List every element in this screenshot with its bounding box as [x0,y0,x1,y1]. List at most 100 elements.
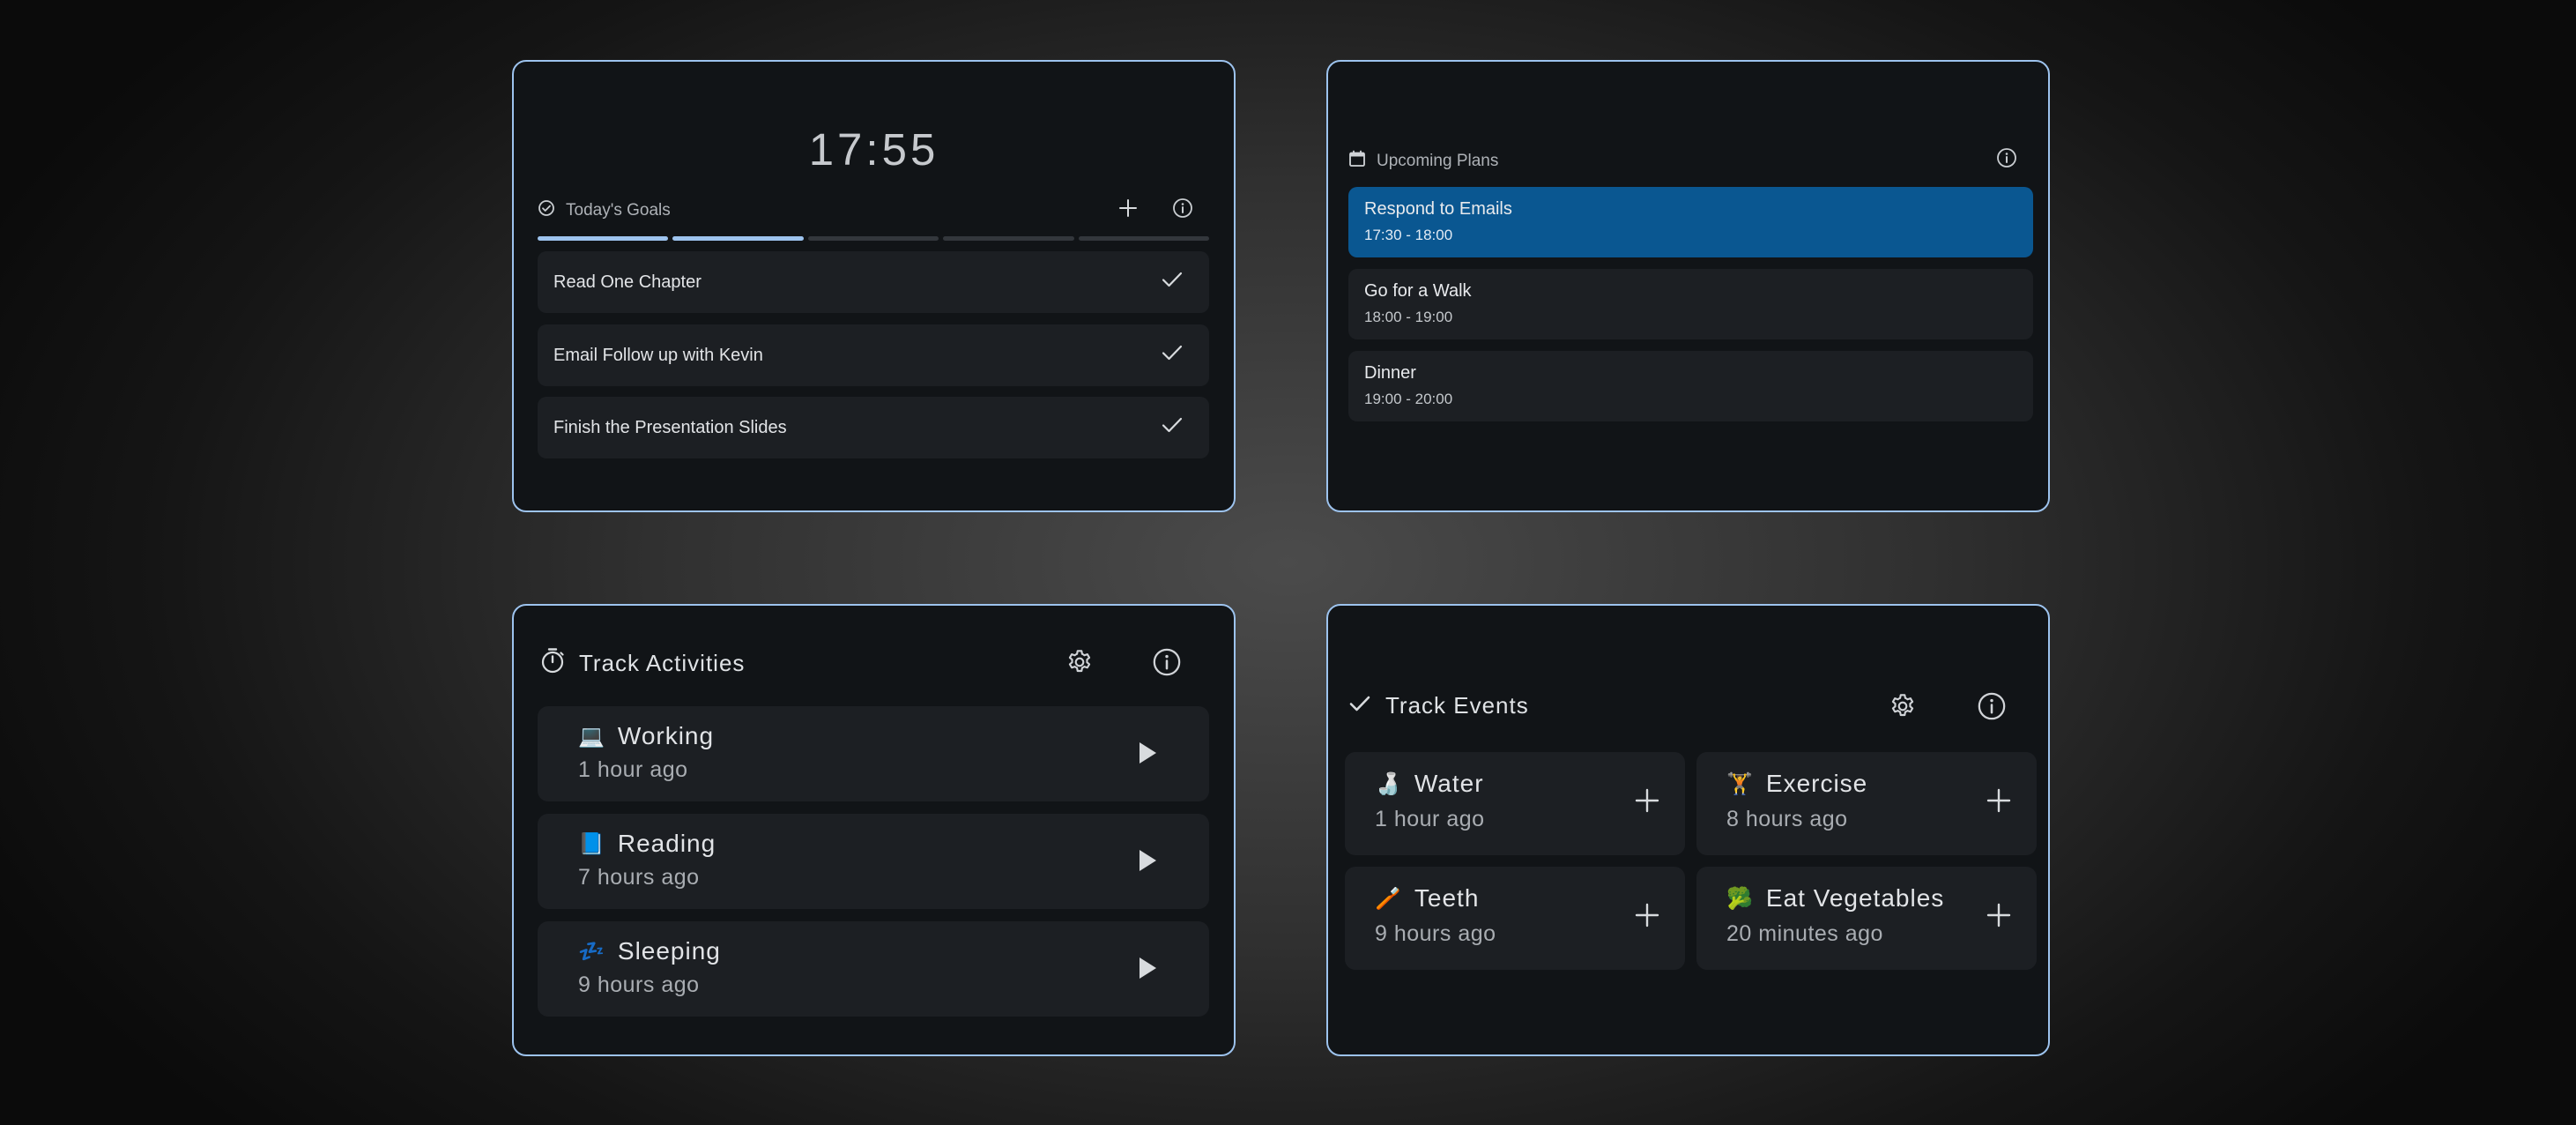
goal-label: Email Follow up with Kevin [553,345,763,365]
activity-label: Reading [617,830,716,857]
plan-title: Go for a Walk [1364,281,1472,301]
goals-card: 17:55 Today's Goals Read One Chapter Ema… [512,60,1236,512]
progress-segment [807,236,939,241]
plus-icon [1635,903,1659,928]
log-event-button[interactable] [1986,787,2012,818]
event-tile[interactable]: 🪥 Teeth 9 hours ago [1345,867,1685,970]
activity-emoji: 💻 [578,724,605,749]
start-activity-button[interactable] [1137,848,1158,877]
complete-goal-button[interactable] [1162,271,1183,294]
plan-item-active[interactable]: Respond to Emails 17:30 - 18:00 [1348,187,2033,257]
event-last-time: 1 hour ago [1375,807,1485,831]
activity-last-time: 7 hours ago [578,865,700,890]
event-label: Eat Vegetables [1765,884,1945,912]
activity-item[interactable]: 📘 Reading 7 hours ago [538,814,1209,909]
activity-item[interactable]: 💤 Sleeping 9 hours ago [538,921,1209,1017]
add-goal-button[interactable] [1115,195,1141,221]
goals-progress-bar [538,236,1210,241]
clock: 17:55 [808,124,939,175]
activity-emoji: 💤 [578,939,605,964]
event-emoji: 🥦 [1726,886,1754,911]
plan-time: 19:00 - 20:00 [1364,391,1453,407]
event-last-time: 9 hours ago [1375,921,1496,946]
event-last-time: 8 hours ago [1726,807,1848,831]
log-event-button[interactable] [1986,902,2012,933]
goal-label: Finish the Presentation Slides [553,417,787,437]
plan-time: 18:00 - 19:00 [1364,309,1453,325]
gear-icon [1891,694,1914,717]
plan-title: Dinner [1364,363,1416,383]
event-label: Water [1414,770,1484,797]
calendar-icon [1348,150,1366,173]
play-icon [1140,850,1156,871]
info-icon [1997,148,2016,168]
progress-segment [1078,236,1210,241]
event-tile[interactable]: 🏋 Exercise 8 hours ago [1696,752,2037,855]
goal-item[interactable]: Email Follow up with Kevin [538,324,1209,386]
start-activity-button[interactable] [1137,956,1158,985]
activity-label: Sleeping [617,937,721,965]
info-icon [1153,648,1181,676]
goal-item[interactable]: Finish the Presentation Slides [538,397,1209,458]
plans-header: Upcoming Plans [1348,150,1498,173]
activity-last-time: 9 hours ago [578,972,700,997]
progress-segment-done [672,236,804,241]
info-icon [1978,692,2006,720]
plus-icon [1986,903,2011,928]
play-icon [1140,957,1156,979]
plan-item[interactable]: Go for a Walk 18:00 - 19:00 [1348,269,2033,339]
event-tile[interactable]: 🍶 Water 1 hour ago [1345,752,1685,855]
activities-card: Track Activities 💻 Working 1 hour ago 📘 Re… [512,604,1236,1056]
start-activity-button[interactable] [1137,741,1158,770]
events-header: Track Events [1348,692,1529,719]
plan-time: 17:30 - 18:00 [1364,227,1453,243]
gear-icon [1068,650,1091,673]
activity-item[interactable]: 💻 Working 1 hour ago [538,706,1209,801]
events-info-button[interactable] [1974,689,2009,724]
log-event-button[interactable] [1634,787,1660,818]
goals-info-button[interactable] [1169,195,1196,221]
complete-goal-button[interactable] [1162,344,1183,367]
plus-icon [1119,199,1137,217]
event-label: Exercise [1765,770,1868,797]
plan-title: Respond to Emails [1364,199,1512,219]
activities-header: Track Activities [540,647,745,680]
activities-info-button[interactable] [1149,644,1184,680]
goals-title: Today's Goals [566,201,671,220]
log-event-button[interactable] [1634,902,1660,933]
event-emoji: 🪥 [1375,886,1402,911]
event-tile[interactable]: 🥦 Eat Vegetables 20 minutes ago [1696,867,2037,970]
complete-goal-button[interactable] [1162,416,1183,439]
goals-header: Today's Goals [538,199,671,222]
activity-emoji: 📘 [578,831,605,856]
goal-item[interactable]: Read One Chapter [538,251,1209,313]
plans-card: Upcoming Plans Respond to Emails 17:30 -… [1326,60,2050,512]
activity-last-time: 1 hour ago [578,757,688,782]
progress-segment-done [538,236,669,241]
event-label: Teeth [1414,884,1480,912]
event-emoji: 🍶 [1375,771,1402,796]
plans-title: Upcoming Plans [1377,152,1499,170]
checkmark-icon [1348,692,1371,719]
events-card: Track Events 🍶 Water 1 hour ago 🏋 Exercise… [1326,604,2050,1056]
checkmark-icon [1162,417,1183,433]
check-circle-icon [538,199,555,222]
events-title: Track Events [1385,692,1529,719]
activities-settings-button[interactable] [1062,644,1097,680]
plan-item[interactable]: Dinner 19:00 - 20:00 [1348,351,2033,421]
checkmark-icon [1162,345,1183,361]
stopwatch-icon [540,647,565,680]
play-icon [1140,742,1156,764]
plans-info-button[interactable] [1993,145,2020,171]
activities-title: Track Activities [579,650,746,676]
events-settings-button[interactable] [1885,689,1920,724]
activity-label: Working [617,722,715,749]
plus-icon [1986,788,2011,813]
info-icon [1173,198,1192,218]
event-last-time: 20 minutes ago [1726,921,1883,946]
progress-segment [943,236,1074,241]
plus-icon [1635,788,1659,813]
goal-label: Read One Chapter [553,272,702,292]
event-emoji: 🏋 [1726,771,1754,796]
checkmark-icon [1162,272,1183,287]
